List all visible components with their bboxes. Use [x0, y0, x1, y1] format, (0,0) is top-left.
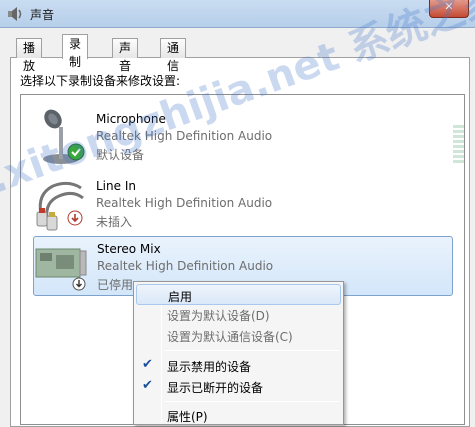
menu-item-label: 显示已断开的设备	[167, 381, 264, 395]
device-driver: Realtek High Definition Audio	[96, 196, 273, 210]
device-driver: Realtek High Definition Audio	[97, 259, 274, 273]
menu-item-label: 启用	[168, 290, 193, 304]
checkmark-icon: ✔	[142, 378, 153, 393]
level-meter	[453, 125, 464, 163]
menu-item-show-disconnected[interactable]: ✔ 显示已断开的设备	[136, 376, 341, 397]
checkmark-icon: ✔	[142, 357, 153, 372]
tab-communications[interactable]: 通信	[160, 38, 187, 73]
menu-item-set-default[interactable]: 设置为默认设备(D)	[136, 304, 341, 325]
tab-recording[interactable]: 录制	[62, 34, 89, 69]
menu-item-properties[interactable]: 属性(P)	[136, 405, 341, 426]
device-line-in[interactable]: Line In Realtek High Definition Audio 未插…	[33, 174, 441, 234]
device-status: 已停用	[97, 278, 134, 292]
menu-item-enable[interactable]: 启用	[136, 284, 341, 305]
context-menu: 启用 设置为默认设备(D) 设置为默认通信设备(C) ✔ 显示禁用的设备 ✔ 显…	[133, 281, 344, 425]
tab-sounds[interactable]: 声音	[112, 38, 139, 73]
menu-item-label: 显示禁用的设备	[167, 360, 252, 374]
menu-separator	[164, 350, 339, 351]
menu-item-label: 设置为默认通信设备(C)	[167, 330, 293, 344]
window-title: 声音	[30, 8, 55, 22]
default-check-icon	[67, 143, 85, 161]
disabled-icon	[72, 277, 86, 291]
device-status: 未插入	[96, 215, 133, 229]
device-name: Microphone	[96, 112, 166, 126]
device-name: Stereo Mix	[97, 242, 161, 256]
unplugged-icon	[67, 210, 83, 226]
device-name: Line In	[96, 179, 136, 193]
device-microphone[interactable]: Microphone Realtek High Definition Audio…	[33, 107, 464, 167]
menu-item-label: 属性(P)	[167, 410, 208, 424]
speaker-icon	[8, 7, 22, 21]
menu-item-set-default-comm[interactable]: 设置为默认通信设备(C)	[136, 325, 341, 346]
close-button[interactable]	[429, 0, 469, 18]
title-bar: 声音	[0, 0, 475, 28]
device-driver: Realtek High Definition Audio	[96, 129, 273, 143]
device-status: 默认设备	[96, 148, 145, 162]
menu-item-label: 设置为默认设备(D)	[167, 309, 270, 323]
menu-item-show-disabled[interactable]: ✔ 显示禁用的设备	[136, 355, 341, 376]
tab-playback[interactable]: 播放	[16, 38, 43, 73]
menu-separator	[164, 401, 339, 402]
instruction-text: 选择以下录制设备来修改设置:	[20, 74, 181, 88]
